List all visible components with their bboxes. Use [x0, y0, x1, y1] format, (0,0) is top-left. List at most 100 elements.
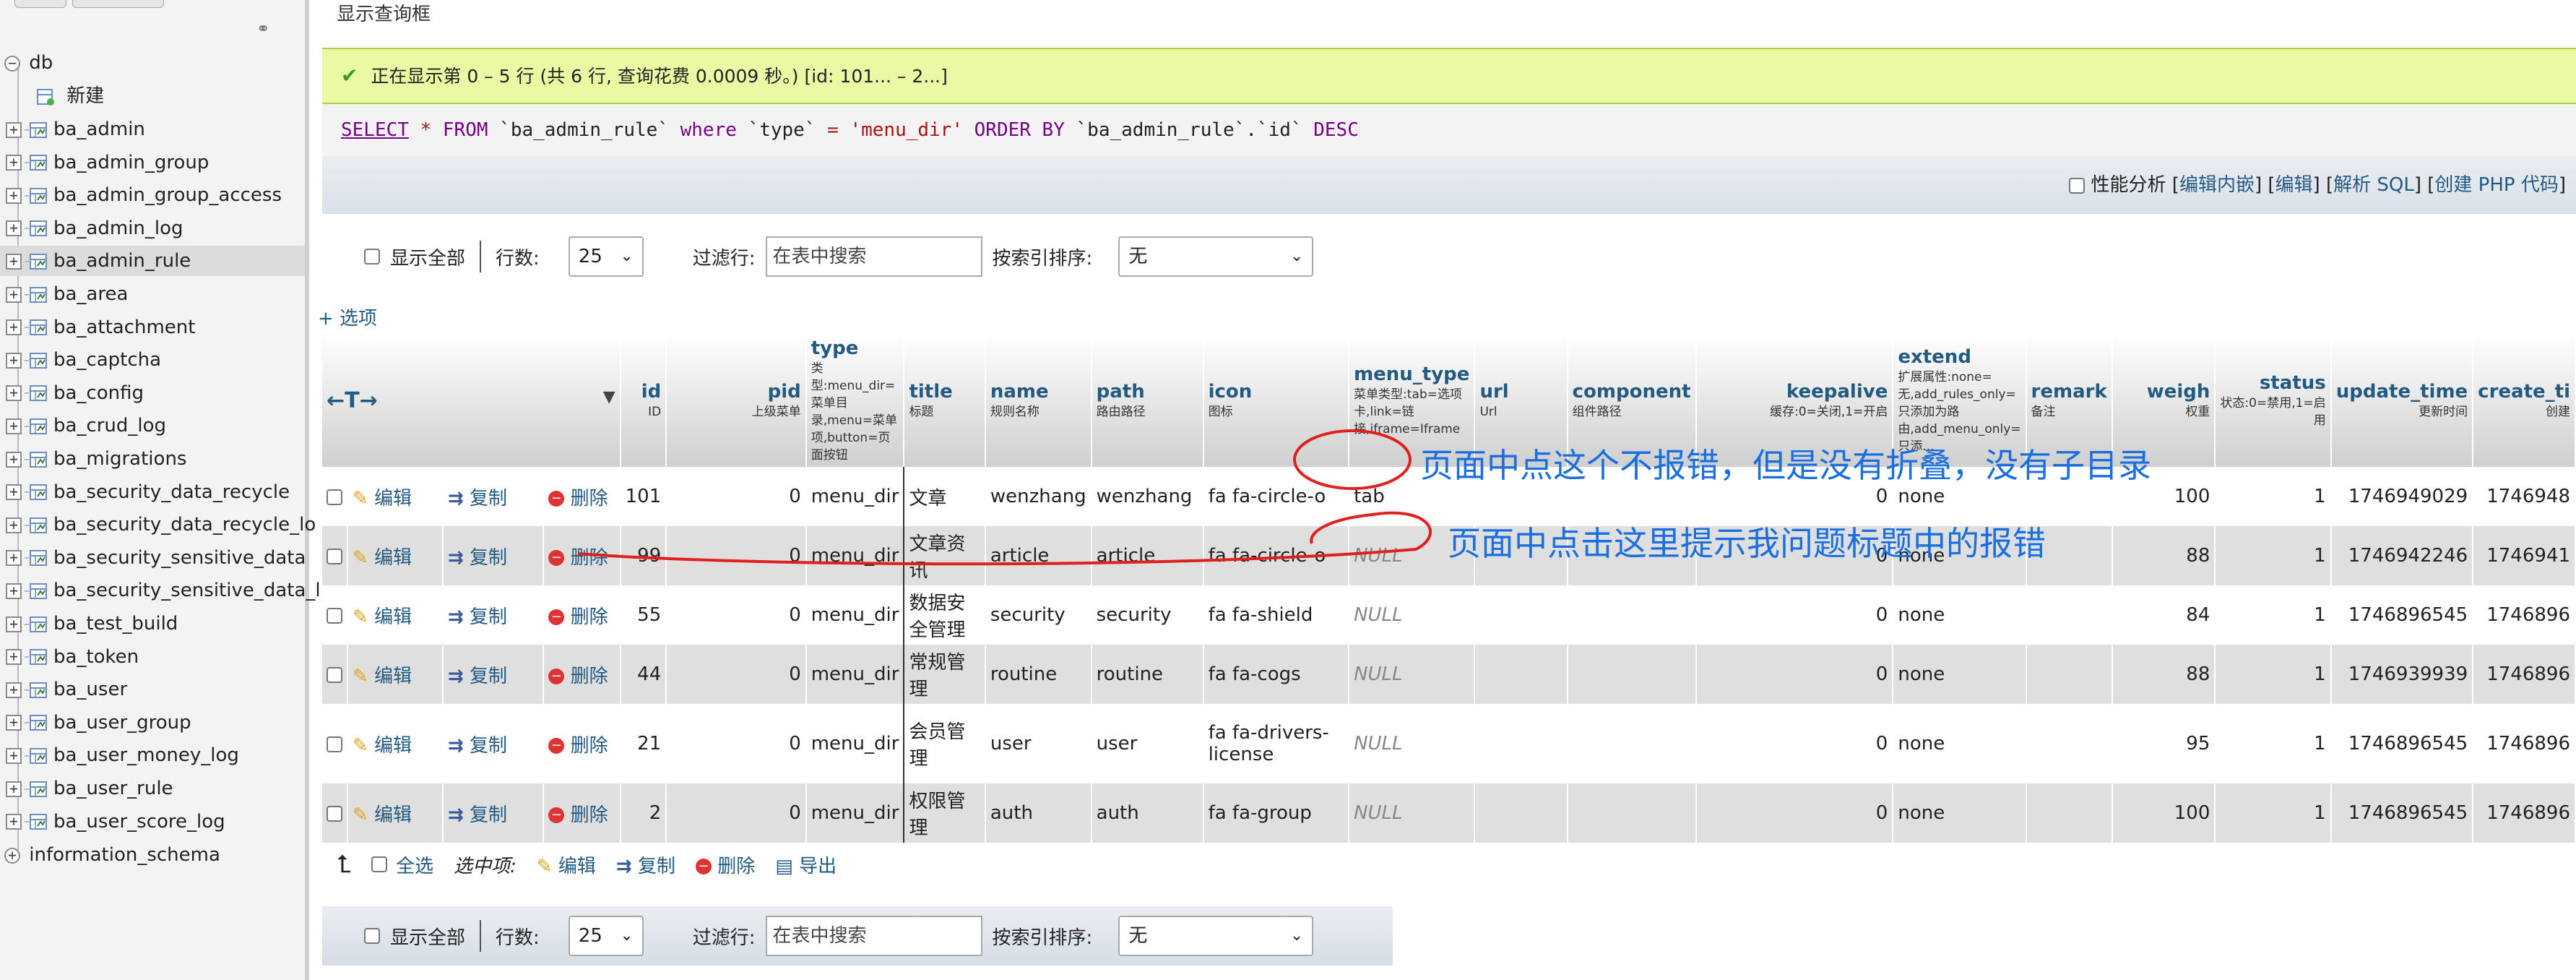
column-header[interactable]: path 路由路径 — [1091, 334, 1204, 467]
row-checkbox[interactable] — [327, 805, 342, 822]
expand-icon[interactable]: + — [6, 385, 22, 402]
cell-pid[interactable]: 0 — [666, 526, 807, 585]
cell-id[interactable]: 21 — [620, 704, 667, 783]
cell-weigh[interactable]: 95 — [2112, 704, 2216, 783]
cell-weigh[interactable]: 88 — [2112, 645, 2216, 704]
create-php-link[interactable]: 创建 PHP 代码 — [2434, 174, 2558, 196]
expand-icon[interactable]: + — [6, 352, 22, 369]
cell-type[interactable]: menu_dir — [805, 645, 905, 704]
cell-weigh[interactable]: 84 — [2112, 585, 2216, 645]
cell-pid[interactable]: 0 — [666, 704, 807, 783]
row-edit-button[interactable]: ✎ 编辑 — [353, 488, 412, 510]
cell-pid[interactable]: 0 — [666, 585, 807, 645]
cell-url[interactable] — [1474, 645, 1568, 704]
cell-title[interactable]: 文章资讯 — [904, 526, 986, 585]
table-icon[interactable] — [29, 549, 48, 567]
column-name[interactable]: extend — [1898, 345, 2020, 369]
cell-update_time[interactable]: 1746896545 — [2330, 783, 2474, 843]
row-delete-button[interactable]: − 删除 — [548, 488, 608, 510]
cell-name[interactable]: routine — [985, 645, 1092, 704]
cell-type[interactable]: menu_dir — [805, 704, 905, 783]
cell-weigh[interactable]: 88 — [2112, 526, 2216, 585]
table-row[interactable]: ✎ 编辑 ⇉ 复制 − 删除 2 0 menu_dir 权限管理 auth auth fa fa-… — [322, 783, 2576, 843]
cell-menu_type[interactable]: NULL — [1349, 704, 1476, 783]
cell-title[interactable]: 文章 — [904, 467, 986, 526]
show-all-checkbox[interactable] — [364, 928, 380, 944]
edit-inline-link[interactable]: 编辑内嵌 — [2179, 174, 2255, 196]
sidebar-table-item[interactable]: + ba_security_sensitive_data — [0, 543, 306, 573]
row-copy-button[interactable]: ⇉ 复制 — [448, 804, 507, 826]
cell-update_time[interactable]: 1746896545 — [2330, 704, 2474, 783]
cell-name[interactable]: auth — [985, 783, 1092, 843]
table-name[interactable]: ba_security_data_recycle — [53, 481, 290, 503]
expand-icon[interactable]: + — [6, 187, 22, 204]
expand-icon[interactable]: + — [6, 682, 22, 698]
table-icon[interactable] — [29, 450, 48, 469]
table-icon[interactable] — [29, 186, 48, 205]
column-name[interactable]: remark — [2031, 380, 2107, 403]
table-name[interactable]: ba_security_data_recycle_lo — [53, 514, 316, 536]
row-copy-button[interactable]: ⇉ 复制 — [448, 606, 507, 628]
db-name[interactable]: information_schema — [29, 844, 220, 866]
cell-status[interactable]: 1 — [2215, 526, 2332, 585]
cell-icon[interactable]: fa fa-cogs — [1203, 645, 1350, 704]
select-all-checkbox[interactable] — [371, 856, 388, 872]
cell-id[interactable]: 101 — [620, 467, 667, 526]
table-icon[interactable] — [29, 648, 48, 666]
cell-id[interactable]: 44 — [620, 645, 667, 704]
column-name[interactable]: pid — [671, 380, 801, 403]
row-edit-button[interactable]: ✎ 编辑 — [353, 735, 412, 757]
row-checkbox[interactable] — [327, 489, 342, 505]
cell-status[interactable]: 1 — [2215, 585, 2332, 645]
cell-component[interactable] — [1567, 645, 1697, 704]
cell-name[interactable]: wenzhang — [985, 467, 1092, 526]
column-name[interactable]: status — [2220, 371, 2326, 395]
sidebar-table-item[interactable]: + ba_security_data_recycle — [0, 477, 290, 507]
cell-name[interactable]: user — [985, 704, 1092, 783]
link-toggle-icon[interactable]: ⚭ — [256, 20, 269, 38]
sort-select[interactable]: 无 ⌄ — [1118, 236, 1314, 277]
expand-icon[interactable]: + — [6, 286, 22, 303]
sidebar-table-item[interactable]: + ba_attachment — [0, 312, 195, 343]
sidebar-table-item[interactable]: + ba_crud_log — [0, 411, 166, 441]
cell-name[interactable]: article — [985, 526, 1092, 585]
sidebar-table-item[interactable]: + ba_captcha — [0, 345, 161, 375]
sidebar-table-item[interactable]: + ba_admin_rule — [0, 246, 305, 277]
cell-pid[interactable]: 0 — [666, 645, 807, 704]
show-all-checkbox[interactable] — [364, 249, 380, 265]
column-name[interactable]: name — [990, 380, 1086, 403]
cell-component[interactable] — [1567, 783, 1697, 843]
row-copy-button[interactable]: ⇉ 复制 — [448, 488, 507, 510]
column-name[interactable]: url — [1479, 380, 1562, 403]
expand-icon[interactable]: + — [6, 319, 22, 336]
cell-keepalive[interactable]: 0 — [1695, 645, 1894, 704]
cell-type[interactable]: menu_dir — [805, 467, 905, 526]
sidebar-table-item[interactable]: + ba_admin_group_access — [0, 180, 282, 210]
sidebar-table-item[interactable]: + ba_user_money_log — [0, 740, 239, 770]
table-icon[interactable] — [29, 582, 48, 601]
expand-icon[interactable]: + — [4, 847, 20, 864]
table-name[interactable]: ba_admin — [53, 119, 145, 140]
cell-keepalive[interactable]: 0 — [1695, 783, 1894, 843]
profiling-checkbox[interactable] — [2069, 177, 2086, 194]
cell-url[interactable] — [1474, 704, 1568, 783]
row-checkbox[interactable] — [327, 736, 342, 752]
expand-icon[interactable]: + — [6, 616, 22, 632]
table-icon[interactable] — [29, 121, 48, 139]
bulk-delete-button[interactable]: − 删除 — [696, 851, 755, 878]
table-name[interactable]: ba_config — [53, 382, 144, 404]
column-name[interactable]: weigh — [2117, 380, 2210, 403]
cell-create_time[interactable]: 1746896 — [2473, 704, 2576, 783]
filter-input[interactable]: 在表中搜索 — [765, 236, 982, 277]
sidebar-table-item[interactable]: + ba_security_sensitive_data_l — [0, 575, 321, 606]
cell-path[interactable]: auth — [1091, 783, 1204, 843]
tree-new[interactable]: 新建 — [36, 81, 104, 111]
column-name[interactable]: menu_type — [1354, 363, 1469, 386]
cell-create_time[interactable]: 1746948 — [2473, 467, 2576, 526]
sidebar-table-item[interactable]: + ba_migrations — [0, 444, 186, 474]
cell-component[interactable] — [1567, 704, 1697, 783]
row-edit-button[interactable]: ✎ 编辑 — [353, 666, 412, 687]
table-icon[interactable] — [29, 780, 48, 799]
column-header[interactable]: name 规则名称 — [985, 334, 1092, 467]
cell-type[interactable]: menu_dir — [805, 526, 905, 585]
